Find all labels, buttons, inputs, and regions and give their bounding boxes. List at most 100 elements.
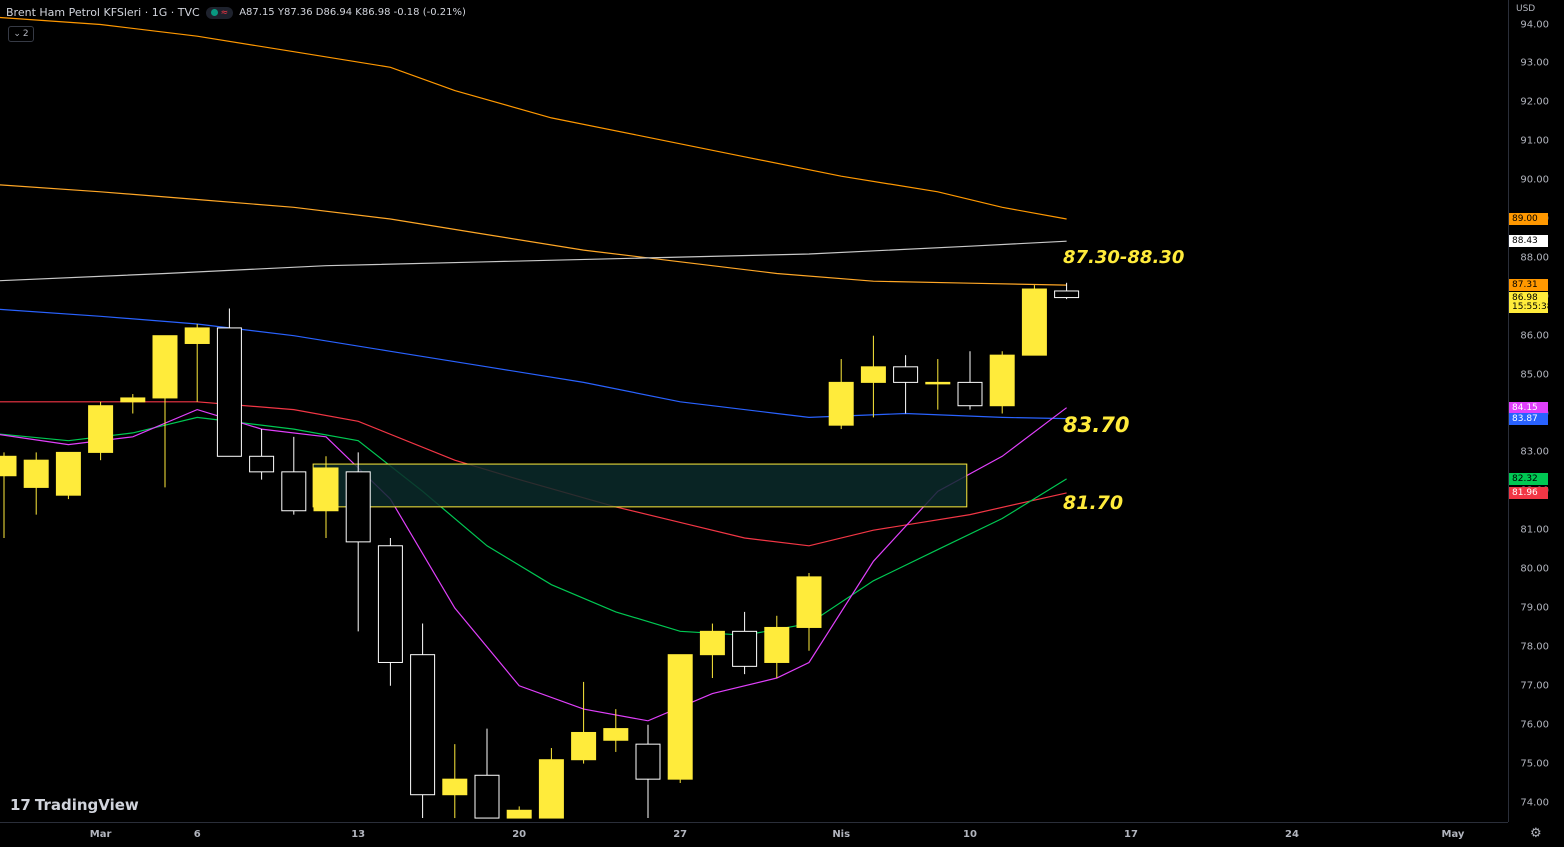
- market-status-icon: [210, 9, 218, 16]
- candle-body: [506, 809, 532, 819]
- candle-body: [442, 778, 468, 796]
- currency-label[interactable]: USD: [1516, 4, 1535, 14]
- candle[interactable]: [764, 615, 790, 679]
- time-tick: 24: [1285, 829, 1299, 840]
- price-annotation[interactable]: 87.30-88.30: [1063, 247, 1184, 268]
- candle[interactable]: [184, 324, 210, 402]
- time-tick: 6: [193, 829, 201, 840]
- candle[interactable]: [281, 436, 307, 515]
- ma-line-1: [0, 184, 1067, 286]
- price-tag: 82.32: [1509, 472, 1548, 485]
- tradingview-logo[interactable]: 17 TradingView: [10, 796, 139, 814]
- candle[interactable]: [249, 429, 275, 480]
- ohlc-values: A87.15 Y87.36 D86.94 K86.98 -0.18 (-0.21…: [239, 7, 466, 18]
- candle[interactable]: [88, 401, 114, 461]
- price-tick: 91.00: [1520, 135, 1549, 147]
- time-tick: 17: [1124, 829, 1138, 840]
- candle-body: [88, 405, 114, 453]
- candle-body: [957, 381, 983, 407]
- price-tick: 75.00: [1520, 758, 1549, 770]
- candle-body: [1054, 290, 1080, 299]
- candle[interactable]: [506, 806, 532, 819]
- candle[interactable]: [667, 654, 693, 784]
- symbol-title[interactable]: Brent Ham Petrol KFSleri · 1G · TVC: [6, 6, 200, 19]
- chart-plot-area[interactable]: [0, 0, 1508, 822]
- candle[interactable]: [989, 351, 1015, 414]
- candle[interactable]: [313, 456, 339, 538]
- time-tick: Mar: [89, 829, 112, 840]
- price-tick: 93.00: [1520, 57, 1549, 69]
- time-tick: May: [1441, 829, 1465, 840]
- candle-body: [216, 327, 242, 457]
- candle-body: [474, 774, 500, 819]
- time-axis[interactable]: Mar 6 13 20 27 Nis 10 17 24 May: [0, 822, 1508, 847]
- price-tick: 83.00: [1520, 446, 1549, 458]
- candle-body: [1021, 288, 1047, 356]
- tv-mark-icon: 17: [10, 796, 31, 814]
- candle[interactable]: [55, 451, 81, 500]
- price-tick: 81.00: [1520, 524, 1549, 536]
- candle[interactable]: [699, 623, 725, 679]
- candle[interactable]: [216, 308, 242, 457]
- candle[interactable]: [410, 623, 436, 819]
- time-tick: 27: [673, 829, 688, 840]
- price-annotation[interactable]: 83.70: [1063, 413, 1129, 437]
- candle[interactable]: [1021, 285, 1047, 356]
- candle[interactable]: [925, 359, 951, 410]
- price-tag: 83.87: [1509, 412, 1548, 425]
- candle[interactable]: [152, 335, 178, 488]
- candle[interactable]: [957, 351, 983, 410]
- candle[interactable]: [893, 355, 919, 414]
- candle[interactable]: [603, 709, 629, 752]
- price-tick: 86.00: [1520, 330, 1549, 342]
- price-annotation[interactable]: 81.70: [1063, 492, 1123, 514]
- candle[interactable]: [538, 748, 564, 819]
- candle[interactable]: [442, 744, 468, 819]
- candle[interactable]: [23, 452, 49, 515]
- candle-body: [828, 381, 854, 426]
- candle[interactable]: [571, 681, 597, 764]
- candle-body: [989, 354, 1015, 407]
- symbol-legend: Brent Ham Petrol KFSleri · 1G · TVC ≈ A8…: [6, 6, 466, 19]
- candle[interactable]: [635, 724, 661, 819]
- status-indicator: ≈: [205, 6, 234, 19]
- price-tick: 90.00: [1520, 174, 1549, 186]
- price-tick: 78.00: [1520, 641, 1549, 653]
- indicator-count: 2: [22, 29, 29, 39]
- candle-body: [667, 654, 693, 780]
- candle-body: [0, 455, 17, 477]
- candle[interactable]: [345, 452, 371, 632]
- candle-body: [699, 630, 725, 656]
- price-tag: 89.00: [1509, 213, 1548, 225]
- candle[interactable]: [377, 537, 403, 686]
- support-zone-0: [312, 463, 968, 508]
- chevron-down-icon: ⌄: [13, 29, 21, 39]
- candle-body: [184, 327, 210, 344]
- price-tag: 15:55:38: [1509, 300, 1552, 313]
- candle-body: [603, 728, 629, 741]
- price-tick: 76.00: [1520, 719, 1549, 731]
- candle[interactable]: [796, 572, 822, 651]
- candle[interactable]: [120, 394, 146, 414]
- candle[interactable]: [474, 728, 500, 819]
- price-tick: 88.00: [1520, 252, 1549, 264]
- time-tick: Nis: [832, 829, 851, 840]
- logo-text: TradingView: [34, 796, 139, 814]
- candle-body: [120, 397, 146, 403]
- price-chart[interactable]: [0, 0, 1508, 822]
- candle[interactable]: [0, 452, 17, 538]
- price-tick: 77.00: [1520, 680, 1549, 692]
- settings-gear-icon[interactable]: ⚙: [1530, 826, 1542, 841]
- collapse-indicators-button[interactable]: ⌄ 2: [8, 26, 34, 42]
- candle[interactable]: [732, 611, 758, 675]
- candle-body: [571, 731, 597, 761]
- price-tick: 85.00: [1520, 369, 1549, 381]
- candle-body: [925, 381, 951, 385]
- candle-body: [23, 459, 49, 488]
- candle[interactable]: [828, 359, 854, 430]
- candle-body: [345, 471, 371, 543]
- candle-body: [281, 471, 307, 512]
- candle[interactable]: [860, 335, 886, 418]
- candle-body: [249, 455, 275, 473]
- candle-body: [860, 366, 886, 383]
